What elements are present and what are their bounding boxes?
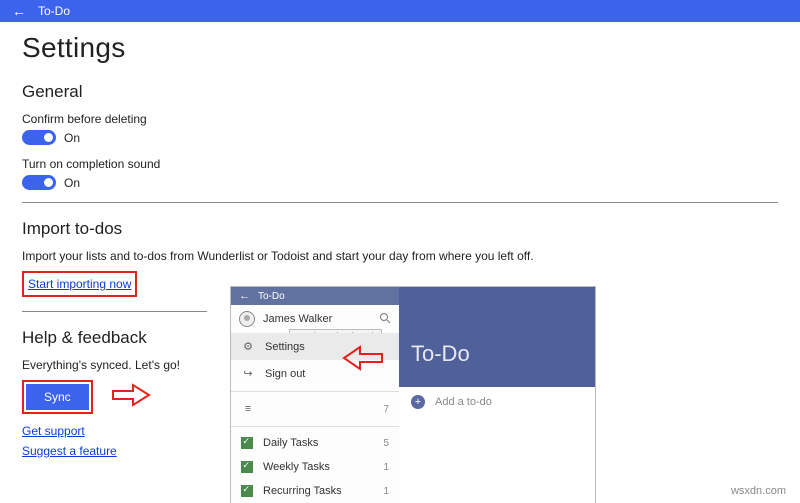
hamburger-count: 7 [383, 404, 389, 415]
start-importing-link[interactable]: Start importing now [28, 277, 131, 291]
list-name: Daily Tasks [263, 437, 318, 449]
check-icon [241, 485, 253, 497]
confirm-delete-toggle-row: On [22, 130, 778, 145]
sub-main: To-Do + Add a to-do [399, 287, 595, 503]
app-title: To-Do [38, 4, 70, 18]
check-icon [241, 461, 253, 473]
confirm-delete-label: Confirm before deleting [22, 112, 778, 126]
list-count: 1 [383, 462, 389, 473]
overlay-screenshot: ← To-Do James Walker Settings (Ctrl + P)… [231, 287, 595, 503]
list-count: 1 [383, 486, 389, 497]
import-heading: Import to-dos [22, 219, 778, 239]
sub-titlebar: ← To-Do [231, 287, 399, 305]
page-title: Settings [0, 22, 800, 82]
sub-main-title: To-Do [399, 341, 595, 387]
menu-signout-label: Sign out [265, 368, 305, 380]
plus-icon: + [411, 395, 425, 409]
hamburger-row[interactable]: ≡ 7 [231, 396, 399, 422]
general-heading: General [22, 82, 778, 102]
watermark: wsxdn.com [731, 485, 786, 497]
avatar [239, 311, 255, 327]
list-item[interactable]: Daily Tasks 5 [231, 431, 399, 455]
titlebar: ← To-Do [0, 0, 800, 22]
sub-sidebar: ← To-Do James Walker Settings (Ctrl + P)… [231, 287, 399, 503]
divider [22, 202, 778, 203]
back-button[interactable]: ← [12, 4, 26, 18]
gear-icon: ⚙ [241, 340, 255, 353]
completion-sound-toggle[interactable] [22, 175, 56, 190]
list-name: Weekly Tasks [263, 461, 330, 473]
list-item[interactable]: Recurring Tasks 1 [231, 479, 399, 503]
signout-icon: ↪ [241, 367, 255, 380]
add-todo-label: Add a to-do [435, 396, 492, 408]
add-todo-row[interactable]: + Add a to-do [399, 387, 595, 417]
section-general: General Confirm before deleting On Turn … [0, 82, 800, 190]
list-item[interactable]: Weekly Tasks 1 [231, 455, 399, 479]
sub-app-title: To-Do [258, 291, 285, 302]
import-description: Import your lists and to-dos from Wunder… [22, 249, 778, 263]
confirm-delete-state: On [64, 131, 80, 145]
divider [231, 426, 399, 427]
account-name: James Walker [263, 313, 332, 325]
annotation-arrow-left-icon [342, 345, 384, 376]
sub-back-button[interactable]: ← [239, 290, 250, 302]
annotation-arrow-right-icon [111, 383, 151, 412]
menu-settings-label: Settings [265, 341, 305, 353]
section-import: Import to-dos Import your lists and to-d… [0, 219, 800, 297]
completion-sound-toggle-row: On [22, 175, 778, 190]
annotation-box: Sync [22, 380, 93, 414]
hamburger-icon: ≡ [241, 403, 255, 415]
divider [231, 391, 399, 392]
confirm-delete-toggle[interactable] [22, 130, 56, 145]
completion-sound-state: On [64, 176, 80, 190]
search-icon[interactable] [379, 312, 391, 327]
list-count: 5 [383, 438, 389, 449]
divider [22, 311, 207, 312]
check-icon [241, 437, 253, 449]
sub-main-body: + Add a to-do [399, 387, 595, 503]
sync-button[interactable]: Sync [26, 384, 89, 410]
completion-sound-label: Turn on completion sound [22, 157, 778, 171]
list-name: Recurring Tasks [263, 485, 342, 497]
annotation-box: Start importing now [22, 271, 137, 297]
